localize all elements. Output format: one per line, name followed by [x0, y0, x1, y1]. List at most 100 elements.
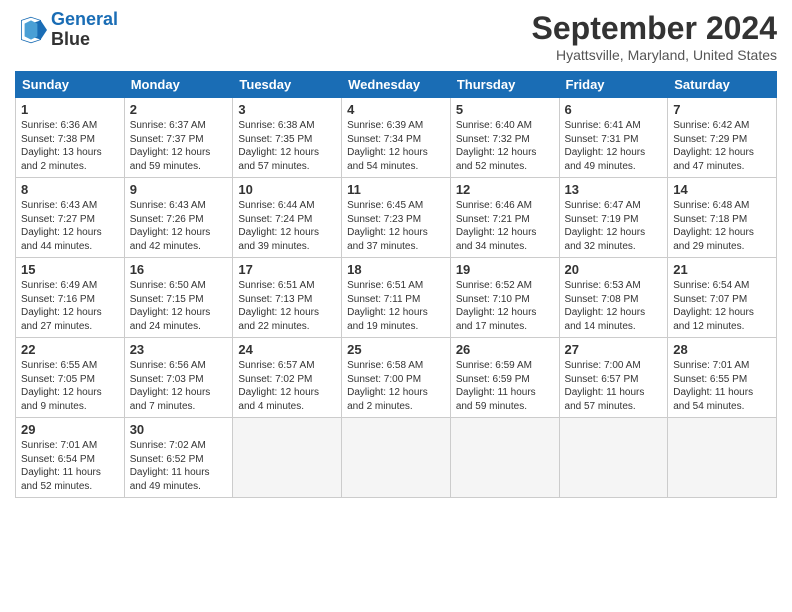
day-number: 12 [456, 182, 554, 197]
day-number: 7 [673, 102, 771, 117]
logo-line1: General [51, 9, 118, 29]
calendar-cell: 22Sunrise: 6:55 AM Sunset: 7:05 PM Dayli… [16, 338, 125, 418]
day-number: 29 [21, 422, 119, 437]
calendar-cell: 11 Sunrise: 6:45 AM Sunset: 7:23 PM Dayli… [342, 178, 451, 258]
day-number: 27 [565, 342, 663, 357]
day-number: 14 [673, 182, 771, 197]
calendar-cell: 25Sunrise: 6:58 AM Sunset: 7:00 PM Dayli… [342, 338, 451, 418]
day-number: 28 [673, 342, 771, 357]
cell-text: Sunrise: 6:53 AM Sunset: 7:08 PM Dayligh… [565, 279, 663, 333]
calendar-cell: 20 Sunrise: 6:53 AM Sunset: 7:08 PM Dayli… [559, 258, 668, 338]
weekday-header-friday: Friday [559, 72, 668, 98]
cell-text: Sunrise: 6:40 AM Sunset: 7:32 PM Dayligh… [456, 119, 554, 173]
day-number: 4 [347, 102, 445, 117]
calendar-cell: 8 Sunrise: 6:43 AM Sunset: 7:27 PM Daylig… [16, 178, 125, 258]
calendar-cell: 19 Sunrise: 6:52 AM Sunset: 7:10 PM Dayli… [450, 258, 559, 338]
cell-text: Sunrise: 6:42 AM Sunset: 7:29 PM Dayligh… [673, 119, 771, 173]
calendar-cell: 15 Sunrise: 6:49 AM Sunset: 7:16 PM Dayli… [16, 258, 125, 338]
cell-text: Sunrise: 6:47 AM Sunset: 7:19 PM Dayligh… [565, 199, 663, 253]
cell-text: Sunrise: 6:52 AM Sunset: 7:10 PM Dayligh… [456, 279, 554, 333]
calendar-cell: 30 Sunrise: 7:02 AM Sunset: 6:52 PM Dayli… [124, 418, 233, 498]
weekday-header-saturday: Saturday [668, 72, 777, 98]
day-number: 15 [21, 262, 119, 277]
weekday-header-sunday: Sunday [16, 72, 125, 98]
calendar-cell: 17 Sunrise: 6:51 AM Sunset: 7:13 PM Dayli… [233, 258, 342, 338]
calendar-cell: 7 Sunrise: 6:42 AM Sunset: 7:29 PM Daylig… [668, 98, 777, 178]
logo-icon [15, 14, 47, 46]
title-block: September 2024 Hyattsville, Maryland, Un… [532, 10, 777, 63]
logo: General Blue [15, 10, 118, 50]
calendar-cell [559, 418, 668, 498]
calendar-cell: 10 Sunrise: 6:44 AM Sunset: 7:24 PM Dayli… [233, 178, 342, 258]
calendar-cell: 16 Sunrise: 6:50 AM Sunset: 7:15 PM Dayli… [124, 258, 233, 338]
cell-text: Sunrise: 6:51 AM Sunset: 7:13 PM Dayligh… [238, 279, 336, 333]
day-number: 11 [347, 182, 445, 197]
weekday-header-thursday: Thursday [450, 72, 559, 98]
calendar-cell: 21 Sunrise: 6:54 AM Sunset: 7:07 PM Dayli… [668, 258, 777, 338]
day-number: 20 [565, 262, 663, 277]
cell-text: Sunrise: 6:45 AM Sunset: 7:23 PM Dayligh… [347, 199, 445, 253]
calendar-cell: 14 Sunrise: 6:48 AM Sunset: 7:18 PM Dayli… [668, 178, 777, 258]
calendar-cell: 28 Sunrise: 7:01 AM Sunset: 6:55 PM Dayli… [668, 338, 777, 418]
page-header: General Blue September 2024 Hyattsville,… [15, 10, 777, 63]
day-number: 1 [21, 102, 119, 117]
cell-text: Sunrise: 7:01 AM Sunset: 6:54 PM Dayligh… [21, 439, 119, 493]
day-number: 26 [456, 342, 554, 357]
day-number: 25 [347, 342, 445, 357]
calendar-cell: 23 Sunrise: 6:56 AM Sunset: 7:03 PM Dayli… [124, 338, 233, 418]
cell-text: Sunrise: 6:48 AM Sunset: 7:18 PM Dayligh… [673, 199, 771, 253]
day-number: 13 [565, 182, 663, 197]
day-number: 9 [130, 182, 228, 197]
weekday-header-tuesday: Tuesday [233, 72, 342, 98]
cell-text: Sunrise: 6:38 AM Sunset: 7:35 PM Dayligh… [238, 119, 336, 173]
cell-text: Sunrise: 6:43 AM Sunset: 7:27 PM Dayligh… [21, 199, 119, 253]
day-number: 30 [130, 422, 228, 437]
cell-text: Sunrise: 6:41 AM Sunset: 7:31 PM Dayligh… [565, 119, 663, 173]
calendar-cell: 4 Sunrise: 6:39 AM Sunset: 7:34 PM Daylig… [342, 98, 451, 178]
cell-text: Sunrise: 7:02 AM Sunset: 6:52 PM Dayligh… [130, 439, 228, 493]
calendar-cell [668, 418, 777, 498]
day-number: 21 [673, 262, 771, 277]
weekday-header-monday: Monday [124, 72, 233, 98]
day-number: 2 [130, 102, 228, 117]
cell-text: Sunrise: 6:50 AM Sunset: 7:15 PM Dayligh… [130, 279, 228, 333]
day-number: 3 [238, 102, 336, 117]
day-number: 19 [456, 262, 554, 277]
cell-text: Sunrise: 6:46 AM Sunset: 7:21 PM Dayligh… [456, 199, 554, 253]
cell-text: Sunrise: 6:54 AM Sunset: 7:07 PM Dayligh… [673, 279, 771, 333]
cell-text: Sunrise: 6:37 AM Sunset: 7:37 PM Dayligh… [130, 119, 228, 173]
calendar-cell: 12 Sunrise: 6:46 AM Sunset: 7:21 PM Dayli… [450, 178, 559, 258]
cell-text: Sunrise: 6:39 AM Sunset: 7:34 PM Dayligh… [347, 119, 445, 173]
calendar-cell [450, 418, 559, 498]
cell-text: Sunrise: 6:44 AM Sunset: 7:24 PM Dayligh… [238, 199, 336, 253]
calendar-cell: 6 Sunrise: 6:41 AM Sunset: 7:31 PM Daylig… [559, 98, 668, 178]
day-number: 16 [130, 262, 228, 277]
cell-text: Sunrise: 6:57 AM Sunset: 7:02 PM Dayligh… [238, 359, 336, 413]
logo-line2: Blue [51, 29, 90, 49]
day-number: 8 [21, 182, 119, 197]
day-number: 17 [238, 262, 336, 277]
cell-text: Sunrise: 6:56 AM Sunset: 7:03 PM Dayligh… [130, 359, 228, 413]
calendar-cell [233, 418, 342, 498]
weekday-header-wednesday: Wednesday [342, 72, 451, 98]
calendar-cell: 29 Sunrise: 7:01 AM Sunset: 6:54 PM Dayli… [16, 418, 125, 498]
cell-text: Sunrise: 7:01 AM Sunset: 6:55 PM Dayligh… [673, 359, 771, 413]
cell-text: Sunrise: 6:55 AM Sunset: 7:05 PM Dayligh… [21, 359, 119, 413]
day-number: 10 [238, 182, 336, 197]
calendar-cell: 24Sunrise: 6:57 AM Sunset: 7:02 PM Dayli… [233, 338, 342, 418]
calendar-cell: 9 Sunrise: 6:43 AM Sunset: 7:26 PM Daylig… [124, 178, 233, 258]
calendar-cell [342, 418, 451, 498]
calendar-cell: 5Sunrise: 6:40 AM Sunset: 7:32 PM Daylig… [450, 98, 559, 178]
cell-text: Sunrise: 7:00 AM Sunset: 6:57 PM Dayligh… [565, 359, 663, 413]
day-number: 18 [347, 262, 445, 277]
location: Hyattsville, Maryland, United States [532, 47, 777, 63]
cell-text: Sunrise: 6:49 AM Sunset: 7:16 PM Dayligh… [21, 279, 119, 333]
month-title: September 2024 [532, 10, 777, 47]
calendar-cell: 26Sunrise: 6:59 AM Sunset: 6:59 PM Dayli… [450, 338, 559, 418]
day-number: 6 [565, 102, 663, 117]
calendar-table: SundayMondayTuesdayWednesdayThursdayFrid… [15, 71, 777, 498]
day-number: 23 [130, 342, 228, 357]
calendar-cell: 2 Sunrise: 6:37 AM Sunset: 7:37 PM Daylig… [124, 98, 233, 178]
calendar-cell: 27 Sunrise: 7:00 AM Sunset: 6:57 PM Dayli… [559, 338, 668, 418]
cell-text: Sunrise: 6:43 AM Sunset: 7:26 PM Dayligh… [130, 199, 228, 253]
